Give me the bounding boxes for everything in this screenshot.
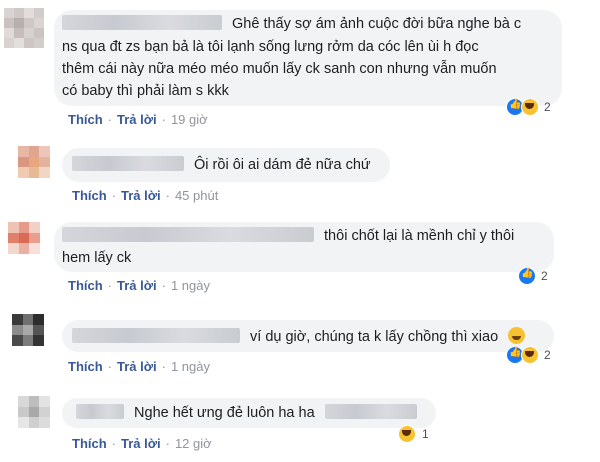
reply-link[interactable]: Trả lời (121, 188, 161, 203)
comment-text: thêm cái này nữa méo méo muốn lấy ck san… (62, 61, 497, 77)
comment-bubble: ví dụ giờ, chúng ta k lấy chồng thì xiao (62, 320, 554, 352)
like-link[interactable]: Thích (68, 278, 103, 293)
avatar[interactable] (18, 396, 50, 428)
comment-text: Ghê thấy sợ ám ảnh cuộc đời bữa nghe bà … (232, 16, 522, 32)
blurred-author-name (62, 15, 222, 30)
comment-bubble: thôi chốt lại là mềnh chỉ y thôi hem lấy… (54, 222, 554, 272)
reply-link[interactable]: Trả lời (121, 436, 161, 451)
comment-text: Nghe hết ưng đẻ luôn ha ha (134, 405, 315, 421)
blurred-author-name (72, 328, 240, 343)
haha-icon (521, 98, 539, 116)
comment-actions: Thích · Trả lời · 19 giờ (68, 112, 208, 127)
reaction-count: 2 (544, 100, 551, 114)
comment-bubble: Nghe hết ưng đẻ luôn ha ha (62, 398, 436, 428)
blurred-author-name (62, 227, 314, 242)
like-link[interactable]: Thích (68, 112, 103, 127)
reaction-summary[interactable]: 2 (518, 267, 548, 285)
reply-link[interactable]: Trả lời (117, 278, 157, 293)
timestamp[interactable]: 12 giờ (175, 436, 212, 451)
avatar[interactable] (8, 222, 40, 254)
comment-text: ví dụ giờ, chúng ta k lấy chồng thì xiao (250, 329, 499, 345)
reaction-count: 2 (544, 348, 551, 362)
reaction-count: 1 (422, 427, 429, 441)
grimace-emoji-icon (508, 327, 526, 344)
comment-text: Ôi rồi ôi ai dám đẻ nữa chứ (194, 157, 371, 173)
reaction-count: 2 (541, 269, 548, 283)
comment-text: thôi chốt lại là mềnh chỉ y thôi (324, 228, 515, 244)
comment-bubble: Ôi rồi ôi ai dám đẻ nữa chứ (62, 148, 390, 182)
comment-actions: Thích · Trả lời · 1 ngày (68, 278, 210, 293)
comment-actions: Thích · Trả lời · 45 phút (72, 188, 219, 203)
avatar[interactable] (12, 314, 44, 346)
comment-text: hem lấy ck (62, 250, 132, 266)
blurred-author-name (76, 404, 124, 419)
like-link[interactable]: Thích (72, 436, 107, 451)
comment-actions: Thích · Trả lời · 12 giờ (72, 436, 212, 451)
timestamp[interactable]: 45 phút (175, 188, 218, 203)
comment-actions: Thích · Trả lời · 1 ngày (68, 359, 210, 374)
reaction-summary[interactable]: 1 (398, 425, 429, 443)
comment-text: có baby thì phải làm s kkk (62, 83, 229, 99)
haha-icon (398, 425, 416, 443)
timestamp[interactable]: 19 giờ (171, 112, 208, 127)
like-link[interactable]: Thích (68, 359, 103, 374)
reply-link[interactable]: Trả lời (117, 359, 157, 374)
reaction-summary[interactable]: 2 (506, 346, 551, 364)
timestamp[interactable]: 1 ngày (171, 359, 210, 374)
blurred-author-name (72, 156, 184, 171)
blurred-mention (324, 404, 417, 419)
reaction-summary[interactable]: 2 (506, 98, 551, 116)
like-icon (518, 267, 536, 285)
comment-bubble: Ghê thấy sợ ám ảnh cuộc đời bữa nghe bà … (54, 10, 562, 106)
comment-text: ns qua đt zs bạn bả là tôi lạnh sống lưn… (62, 39, 479, 55)
like-link[interactable]: Thích (72, 188, 107, 203)
reply-link[interactable]: Trả lời (117, 112, 157, 127)
haha-icon (521, 346, 539, 364)
timestamp[interactable]: 1 ngày (171, 278, 210, 293)
avatar[interactable] (4, 8, 44, 48)
avatar[interactable] (18, 146, 50, 178)
